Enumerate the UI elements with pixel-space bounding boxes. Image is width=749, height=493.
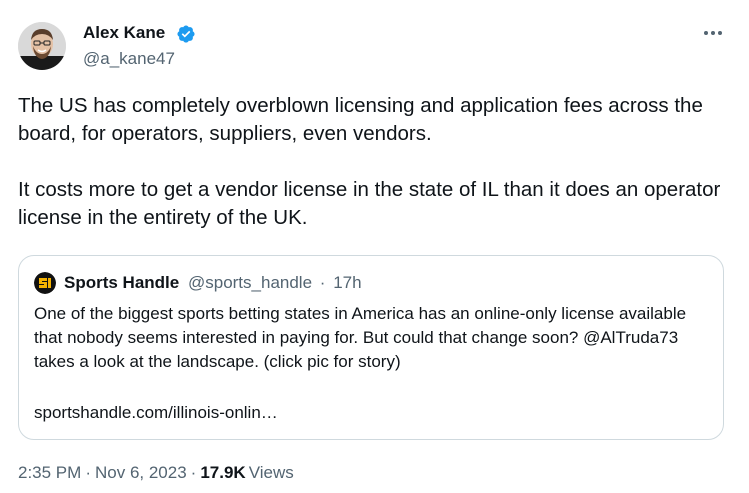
more-options-icon — [704, 31, 722, 35]
author-name[interactable]: Alex Kane — [83, 22, 165, 44]
views-label: Views — [248, 463, 294, 482]
quoted-tweet[interactable]: Sports Handle @sports_handle · 17h One o… — [18, 255, 724, 440]
views-count: 17.9K — [200, 463, 246, 482]
tweet-date[interactable]: Nov 6, 2023 — [95, 463, 187, 482]
tweet-time[interactable]: 2:35 PM — [18, 463, 81, 482]
quote-header: Sports Handle @sports_handle · 17h — [64, 272, 362, 294]
tweet-card: Alex Kane @a_kane47 The US has completel… — [0, 0, 749, 493]
quote-author-avatar[interactable] — [34, 272, 56, 294]
verified-badge-icon — [176, 24, 196, 44]
quote-author-handle[interactable]: @sports_handle — [188, 273, 312, 292]
author-handle[interactable]: @a_kane47 — [83, 48, 175, 70]
separator-dot: · — [190, 463, 197, 482]
separator-dot: · — [319, 273, 326, 292]
quote-link[interactable]: sportshandle.com/illinois-onlin… — [34, 401, 278, 425]
quote-author-name[interactable]: Sports Handle — [64, 273, 179, 292]
tweet-paragraph: The US has completely overblown licensin… — [18, 94, 709, 145]
tweet-paragraph: It costs more to get a vendor license in… — [18, 178, 727, 229]
quote-text: One of the biggest sports betting states… — [34, 302, 714, 374]
quote-timestamp[interactable]: 17h — [333, 273, 361, 292]
author-avatar[interactable] — [18, 22, 66, 70]
separator-dot: · — [85, 463, 91, 482]
tweet-metadata: 2:35 PM · Nov 6, 2023 · 17.9K Views — [18, 462, 294, 484]
more-options-button[interactable] — [700, 22, 726, 44]
tweet-text: The US has completely overblown licensin… — [18, 92, 730, 232]
quote-body: One of the biggest sports betting states… — [34, 304, 687, 371]
